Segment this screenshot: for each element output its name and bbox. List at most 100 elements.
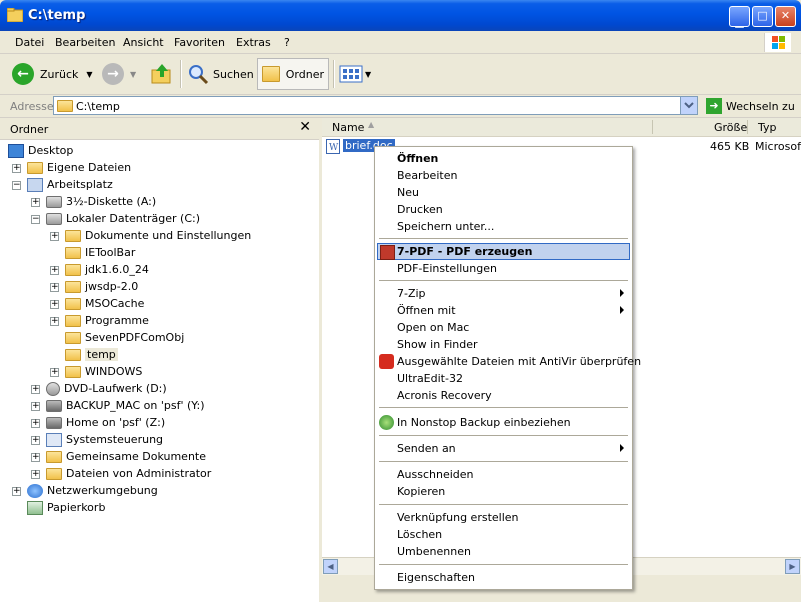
- menu-item-loeschen[interactable]: Löschen: [377, 526, 630, 543]
- column-divider[interactable]: [747, 120, 748, 134]
- minimize-button[interactable]: ▁: [729, 6, 750, 28]
- menu-item-ausschneiden[interactable]: Ausschneiden: [377, 466, 630, 483]
- menu-ansicht[interactable]: Ansicht: [123, 36, 164, 49]
- tree-item-dvd[interactable]: DVD-Laufwerk (D:): [46, 380, 167, 397]
- search-button[interactable]: Suchen: [187, 58, 254, 90]
- menu-item-speichern-unter[interactable]: Speichern unter...: [377, 218, 630, 235]
- tree-item-netzwerk[interactable]: Netzwerkumgebung: [27, 482, 158, 499]
- collapse-toggle[interactable]: −: [31, 215, 40, 224]
- expand-toggle[interactable]: +: [31, 453, 40, 462]
- column-divider[interactable]: [652, 120, 653, 134]
- menu-item-kopieren[interactable]: Kopieren: [377, 483, 630, 500]
- maximize-button[interactable]: □: [752, 6, 773, 27]
- expand-toggle[interactable]: +: [31, 198, 40, 207]
- menu-item-acronis[interactable]: Acronis Recovery: [377, 387, 630, 404]
- menu-item-open-on-mac[interactable]: Open on Mac: [377, 319, 630, 336]
- menu-item-show-in-finder[interactable]: Show in Finder: [377, 336, 630, 353]
- tree-item-jdk[interactable]: jdk1.6.0_24: [65, 261, 149, 278]
- expand-toggle[interactable]: +: [31, 436, 40, 445]
- expand-toggle[interactable]: +: [50, 266, 59, 275]
- expand-toggle[interactable]: +: [50, 317, 59, 326]
- menu-item-ultraedit[interactable]: UltraEdit-32: [377, 370, 630, 387]
- chevron-down-icon: ▼: [130, 69, 137, 79]
- forward-arrow-icon: →: [102, 63, 124, 85]
- scroll-right-button[interactable]: ▶: [785, 559, 800, 574]
- expand-toggle[interactable]: +: [50, 232, 59, 241]
- menu-item-7zip[interactable]: 7-Zip: [377, 285, 630, 302]
- back-button[interactable]: ← Zurück ▼: [12, 58, 93, 90]
- expand-toggle[interactable]: +: [50, 300, 59, 309]
- menu-help[interactable]: ?: [284, 36, 290, 49]
- tree-item-windows[interactable]: WINDOWS: [65, 363, 142, 380]
- collapse-toggle[interactable]: −: [12, 181, 21, 190]
- tree-item-msocache[interactable]: MSOCache: [65, 295, 144, 312]
- scroll-left-button[interactable]: ◀: [323, 559, 338, 574]
- tree-item-jwsdp[interactable]: jwsdp-2.0: [65, 278, 138, 295]
- expand-toggle[interactable]: +: [31, 419, 40, 428]
- forward-button[interactable]: → ▼: [102, 58, 136, 90]
- address-input[interactable]: C:\temp: [53, 96, 698, 115]
- windows-logo-icon: [764, 33, 791, 52]
- expand-toggle[interactable]: +: [50, 368, 59, 377]
- expand-toggle[interactable]: +: [31, 470, 40, 479]
- expand-toggle[interactable]: +: [31, 385, 40, 394]
- column-type[interactable]: Typ: [758, 121, 777, 134]
- arrow-right-icon: ▶: [789, 562, 796, 571]
- expand-toggle[interactable]: +: [31, 402, 40, 411]
- menu-item-eigenschaften[interactable]: Eigenschaften: [377, 569, 630, 586]
- tree-item-home-psf[interactable]: Home on 'psf' (Z:): [46, 414, 165, 431]
- menu-favoriten[interactable]: Favoriten: [174, 36, 225, 49]
- menu-extras[interactable]: Extras: [236, 36, 271, 49]
- menu-item-bearbeiten[interactable]: Bearbeiten: [377, 167, 630, 184]
- tree-item-systemsteuerung[interactable]: Systemsteuerung: [46, 431, 163, 448]
- tree-item-local-disk[interactable]: Lokaler Datenträger (C:): [46, 210, 200, 227]
- menu-item-7pdf-erzeugen[interactable]: 7-PDF - PDF erzeugen: [377, 243, 630, 260]
- address-dropdown-button[interactable]: [680, 97, 697, 114]
- expand-toggle[interactable]: +: [12, 164, 21, 173]
- expand-toggle[interactable]: +: [12, 487, 21, 496]
- tree-item-dateien-admin[interactable]: Dateien von Administrator: [46, 465, 211, 482]
- expand-toggle[interactable]: +: [50, 283, 59, 292]
- close-button[interactable]: ✕: [775, 6, 796, 27]
- tree-item-diskette[interactable]: 3½-Diskette (A:): [46, 193, 156, 210]
- tree-item-temp[interactable]: temp: [65, 346, 118, 363]
- views-grid-icon: [339, 65, 363, 83]
- file-type: Microsoft: [755, 140, 801, 153]
- up-button[interactable]: [150, 58, 174, 90]
- menu-item-senden-an[interactable]: Senden an: [377, 440, 630, 457]
- tree-item-dokumente[interactable]: Dokumente und Einstellungen: [65, 227, 251, 244]
- menu-item-oeffnen[interactable]: Öffnen: [377, 150, 630, 167]
- menu-item-umbenennen[interactable]: Umbenennen: [377, 543, 630, 560]
- menu-item-drucken[interactable]: Drucken: [377, 201, 630, 218]
- folders-button[interactable]: Ordner: [257, 58, 329, 90]
- menu-datei[interactable]: Datei: [15, 36, 44, 49]
- menu-bearbeiten[interactable]: Bearbeiten: [55, 36, 115, 49]
- menu-item-label: Umbenennen: [397, 545, 471, 558]
- menu-item-antivir[interactable]: Ausgewählte Dateien mit AntiVir überprüf…: [377, 353, 641, 370]
- folder-icon: [65, 365, 81, 378]
- tree-item-backup-mac[interactable]: BACKUP_MAC on 'psf' (Y:): [46, 397, 205, 414]
- go-button[interactable]: ➜ Wechseln zu: [706, 98, 795, 114]
- column-size[interactable]: Größe: [714, 121, 747, 134]
- folder-icon: [6, 7, 24, 23]
- column-name[interactable]: Name: [332, 121, 364, 134]
- tree-item-papierkorb[interactable]: Papierkorb: [27, 499, 105, 516]
- menu-item-neu[interactable]: Neu: [377, 184, 630, 201]
- menu-item-oeffnen-mit[interactable]: Öffnen mit: [377, 302, 630, 319]
- menu-item-label: Speichern unter...: [397, 220, 495, 233]
- tree-item-programme[interactable]: Programme: [65, 312, 149, 329]
- tree-item-gemeinsame-dokumente[interactable]: Gemeinsame Dokumente: [46, 448, 206, 465]
- menu-item-nonstop-backup[interactable]: In Nonstop Backup einbeziehen: [377, 414, 630, 431]
- tree-item-arbeitsplatz[interactable]: Arbeitsplatz: [27, 176, 113, 193]
- tree-item-ietoolbar[interactable]: IEToolBar: [65, 244, 135, 261]
- tree-item-eigene-dateien[interactable]: Eigene Dateien: [27, 159, 131, 176]
- menu-item-verknuepfung[interactable]: Verknüpfung erstellen: [377, 509, 630, 526]
- tree-item-label: Lokaler Datenträger (C:): [66, 212, 201, 225]
- tree-item-sevenpdf[interactable]: SevenPDFComObj: [65, 329, 184, 346]
- tree-item-desktop[interactable]: Desktop: [8, 142, 73, 159]
- menu-item-pdf-einstellungen[interactable]: PDF-Einstellungen: [377, 260, 630, 277]
- backup-plus-icon: [379, 415, 394, 430]
- close-pane-icon[interactable]: ✕: [299, 119, 311, 135]
- title-bar[interactable]: C:\temp ▁ □ ✕: [0, 0, 801, 31]
- views-button[interactable]: ▼: [339, 58, 371, 90]
